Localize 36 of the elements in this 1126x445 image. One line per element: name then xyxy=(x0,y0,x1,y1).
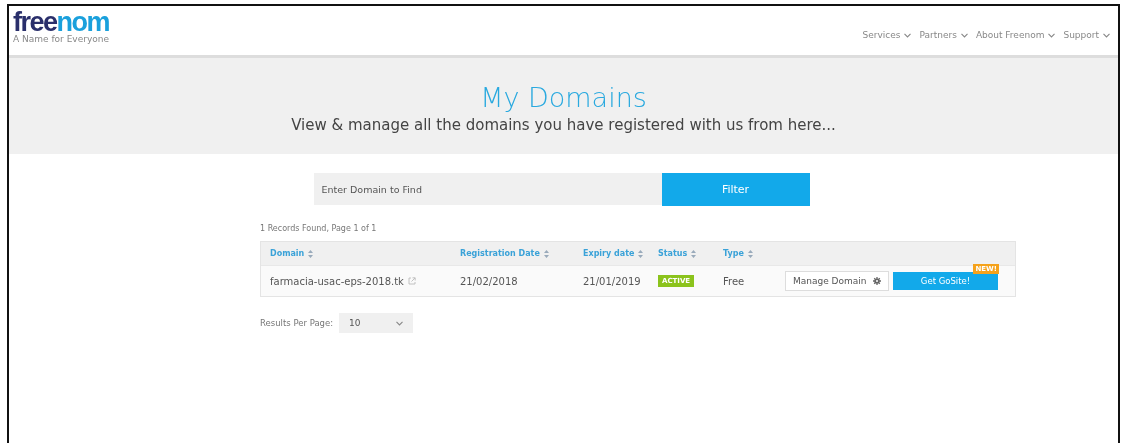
sort-icon[interactable] xyxy=(543,249,549,258)
table-cell: farmacia-usac-eps-2018.tk xyxy=(270,275,404,287)
page-title: My Domains xyxy=(480,82,647,114)
column-header[interactable]: Expiry date xyxy=(583,249,635,258)
column-header[interactable]: Domain xyxy=(270,249,305,258)
chevron-icon xyxy=(960,32,968,38)
column-header[interactable]: Registration Date xyxy=(460,249,540,258)
table-cell: 21/01/2019 xyxy=(583,275,641,287)
sort-icon[interactable] xyxy=(691,249,697,258)
chevron-icon xyxy=(1048,32,1056,38)
chevron-icon xyxy=(1103,32,1110,38)
sort-icon[interactable] xyxy=(747,249,753,258)
gear-icon xyxy=(872,277,881,285)
get-gosite-button[interactable]: Get GoSite! xyxy=(893,272,998,290)
results-per-page-label: Results Per Page: xyxy=(260,318,334,328)
manage-domain-button[interactable]: Manage Domain xyxy=(785,271,889,291)
column-header[interactable]: Status xyxy=(658,249,688,258)
sort-icon[interactable] xyxy=(308,249,314,258)
chevron-icon xyxy=(396,320,404,326)
table-cell: 21/02/2018 xyxy=(460,275,518,287)
logo[interactable]: freenom xyxy=(13,8,110,36)
nav-menu-item[interactable]: Partners xyxy=(919,30,968,40)
nav-menu-item[interactable]: Services xyxy=(862,30,912,40)
sort-icon[interactable] xyxy=(638,249,644,258)
nav-menu-item[interactable]: About Freenom xyxy=(975,30,1056,40)
chevron-icon xyxy=(904,32,912,38)
domain-search-field[interactable]: Enter Domain to Find xyxy=(313,173,662,205)
column-header[interactable]: Type xyxy=(723,249,744,258)
table-cell: Free xyxy=(723,275,745,287)
nav-menu-item[interactable]: Support xyxy=(1063,30,1110,40)
tagline: A Name for Everyone xyxy=(13,34,110,44)
filter-button[interactable]: Filter xyxy=(661,173,810,206)
external-link-icon[interactable] xyxy=(407,277,416,285)
results-per-page-select[interactable]: 10 xyxy=(339,313,414,333)
page-subtitle: View & manage all the domains you have registered with us from here... xyxy=(291,116,836,134)
records-info: 1 Records Found, Page 1 of 1 xyxy=(260,224,378,233)
